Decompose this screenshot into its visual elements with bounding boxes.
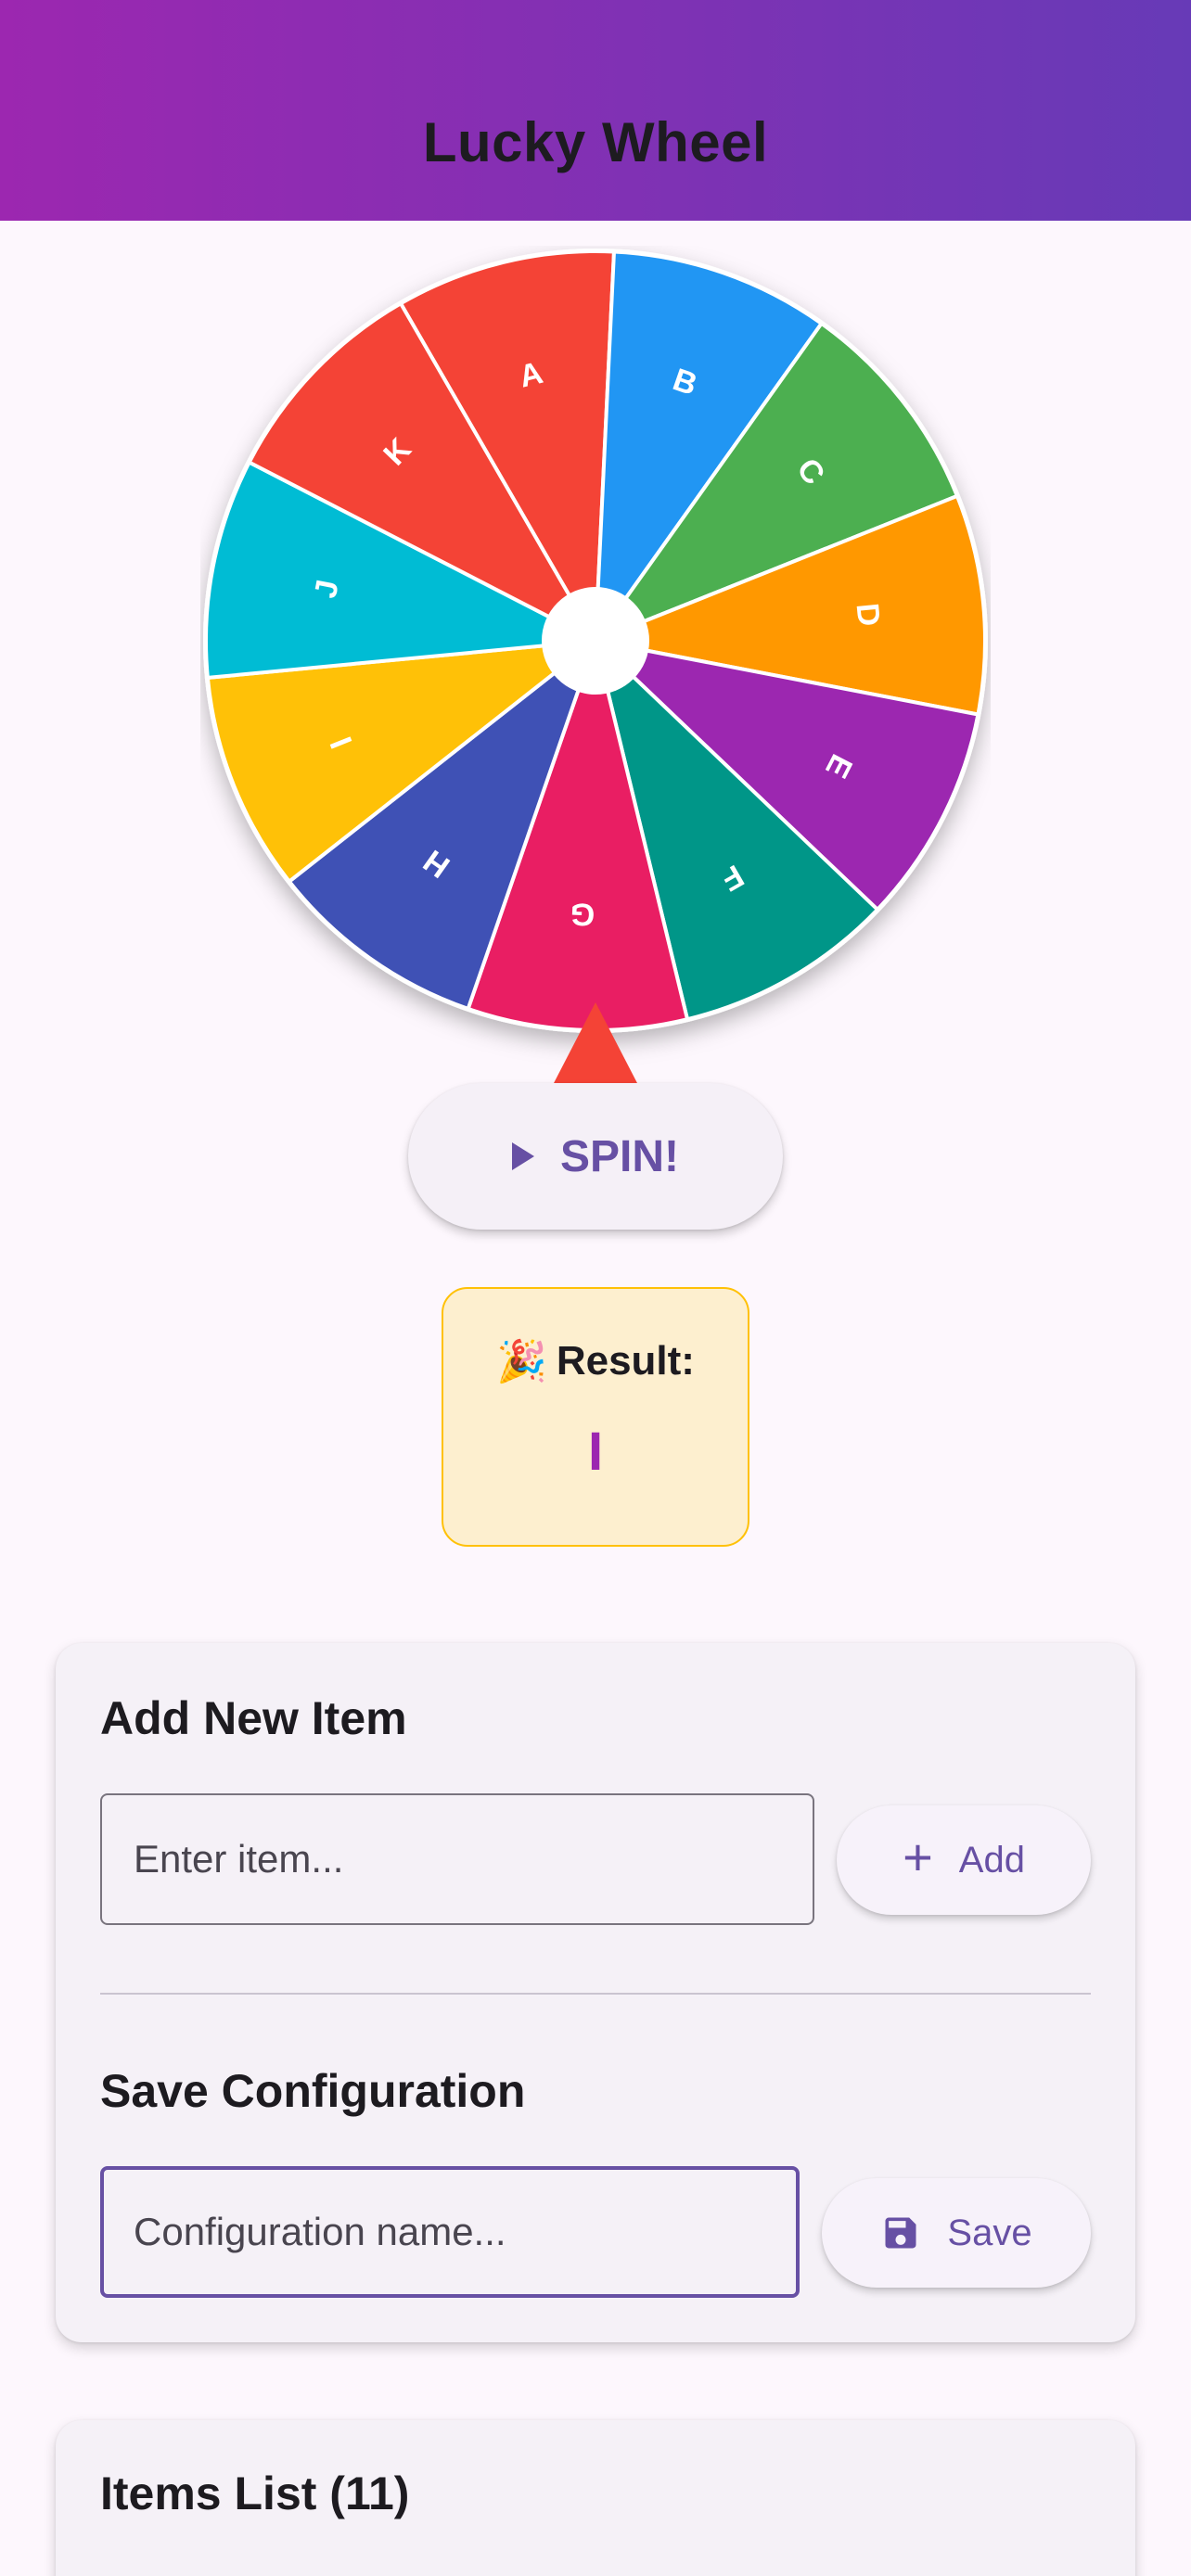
controls-card: Add New Item Enter item... + Add Save Co… <box>56 1643 1135 2342</box>
plus-icon: + <box>903 1828 933 1886</box>
result-card: 🎉 Result: I <box>442 1287 749 1547</box>
wheel-label-d: D <box>850 602 887 628</box>
item-input[interactable]: Enter item... <box>100 1793 814 1925</box>
config-name-input[interactable]: Configuration name... <box>100 2166 800 2298</box>
app-bar: Lucky Wheel <box>0 0 1191 221</box>
result-value: I <box>587 1422 604 1482</box>
party-popper-icon: 🎉 <box>496 1339 547 1384</box>
save-config-title: Save Configuration <box>100 2065 526 2117</box>
add-button-label: Add <box>958 1839 1025 1881</box>
play-icon <box>511 1142 534 1170</box>
result-label: Result: <box>556 1338 695 1384</box>
items-list-title: Items List (11) <box>100 2468 410 2519</box>
items-list-card: Items List (11) <box>56 2420 1135 2576</box>
item-input-placeholder: Enter item... <box>134 1837 344 1881</box>
spin-button[interactable]: SPIN! <box>408 1083 783 1230</box>
wheel-label-g: G <box>570 896 596 932</box>
spin-button-label: SPIN! <box>559 1131 679 1181</box>
save-config-button[interactable]: Save <box>822 2178 1091 2288</box>
wheel-hub <box>542 587 649 695</box>
config-name-placeholder: Configuration name... <box>134 2210 506 2253</box>
wheel-graphic[interactable]: A BCDEFGHIJK <box>200 246 991 1091</box>
save-button-label: Save <box>947 2212 1032 2253</box>
save-icon <box>885 2217 916 2249</box>
add-item-button[interactable]: + Add <box>837 1805 1091 1915</box>
section-divider <box>100 1993 1091 1995</box>
lucky-wheel[interactable]: ABCDEFGHIJK <box>200 246 991 1091</box>
add-item-title: Add New Item <box>100 1692 407 1744</box>
app-title: Lucky Wheel <box>422 111 769 173</box>
